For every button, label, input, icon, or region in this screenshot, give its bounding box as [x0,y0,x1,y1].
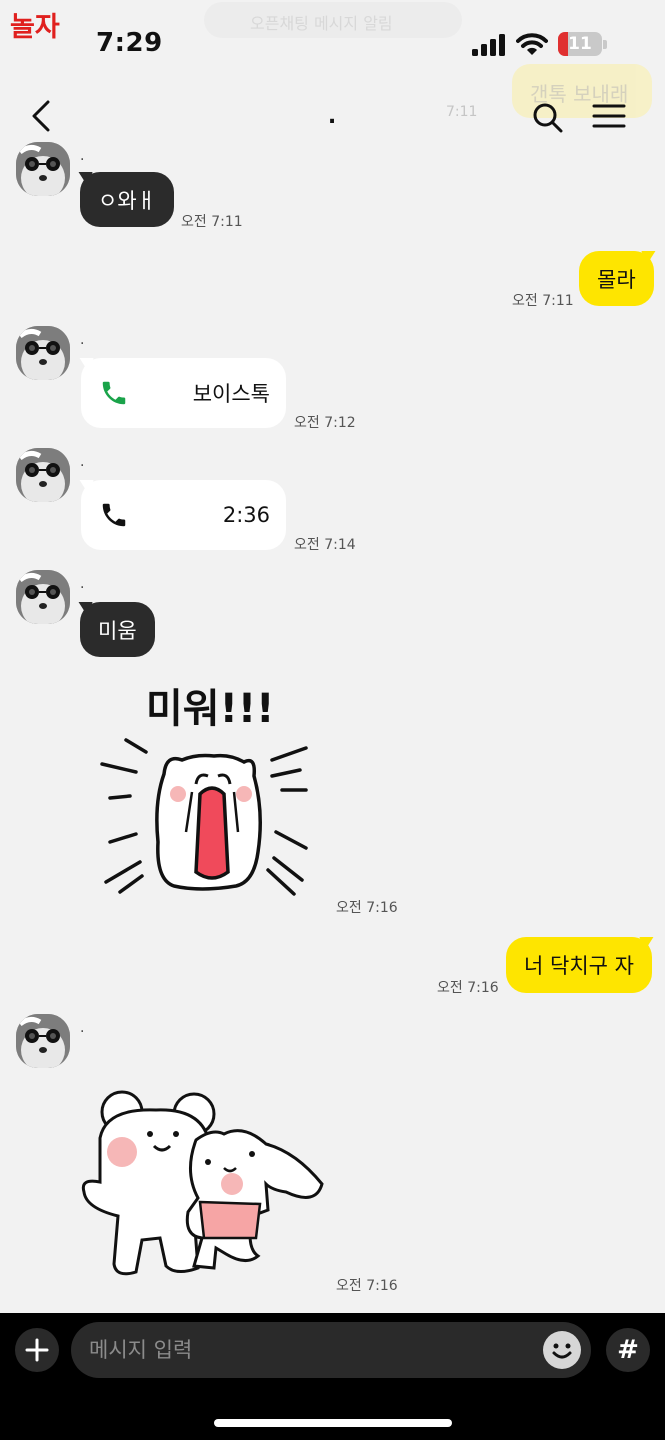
sticker-bear-and-bunny[interactable] [76,1088,332,1278]
message-time: 오전 7:16 [437,980,499,996]
my-message-bubble[interactable]: 너 닥치구 자 [506,937,652,993]
message-text: 너 닥치구 자 [524,954,634,978]
phone-icon [102,503,126,527]
message-bubble[interactable]: 미움 [80,602,155,657]
avatar[interactable] [16,142,70,196]
chat-title: . [327,104,337,129]
message-time: 오전 7:16 [336,900,398,916]
battery-indicator: 11 [558,32,602,56]
chat-header: . [0,80,665,152]
emoticon-button[interactable] [543,1331,581,1369]
message-input-bar: # [0,1313,665,1440]
menu-icon[interactable] [592,102,626,130]
hashtag-search-button[interactable]: # [606,1328,650,1372]
svg-text:놀자: 놀자 [10,12,60,40]
home-indicator[interactable] [214,1419,452,1427]
message-time: 오전 7:16 [336,1278,398,1294]
sender-name: . [80,148,85,164]
message-time: 오전 7:12 [294,415,356,431]
voice-call-bubble[interactable]: 보이스톡 [81,358,286,428]
message-text: 미움 [98,618,137,643]
sticker-text: 미워!!! [146,686,274,732]
back-arrow-icon[interactable] [26,98,56,134]
call-duration: 2:36 [222,503,270,527]
message-text: ㅇ와ㅐ [98,188,156,213]
avatar[interactable] [16,1014,70,1068]
my-message-bubble[interactable]: 몰라 [579,251,654,306]
message-text: 몰라 [597,267,636,292]
plus-icon [25,1338,49,1362]
cellular-signal-icon [472,34,505,56]
sender-name: . [80,576,85,592]
message-input[interactable] [89,1330,519,1370]
sticker-crying-bear[interactable]: 미워!!! [96,672,316,902]
avatar[interactable] [16,326,70,380]
smiley-icon [552,1343,572,1359]
watermark-logo: 놀자 [10,12,60,40]
notification-preview-text: 오픈채팅 메시지 알림 [250,14,393,33]
wifi-icon [516,33,548,55]
attach-plus-button[interactable] [15,1328,59,1372]
search-icon[interactable] [530,100,566,136]
message-field[interactable] [71,1322,591,1378]
call-label: 보이스톡 [192,382,270,406]
battery-percent: 11 [568,34,592,54]
notification-pill: 오픈채팅 메시지 알림 [204,2,462,38]
status-time: 7:29 [96,28,163,58]
message-time: 오전 7:11 [181,214,243,230]
message-time: 오전 7:14 [294,537,356,553]
sender-name: . [80,1020,85,1036]
call-record-bubble[interactable]: 2:36 [81,480,286,550]
sender-name: . [80,332,85,348]
sender-name: . [80,454,85,470]
message-time: 오전 7:11 [512,293,574,309]
battery-tip [603,40,607,49]
phone-icon [102,381,126,405]
message-bubble[interactable]: ㅇ와ㅐ [80,172,174,227]
avatar[interactable] [16,570,70,624]
avatar[interactable] [16,448,70,502]
